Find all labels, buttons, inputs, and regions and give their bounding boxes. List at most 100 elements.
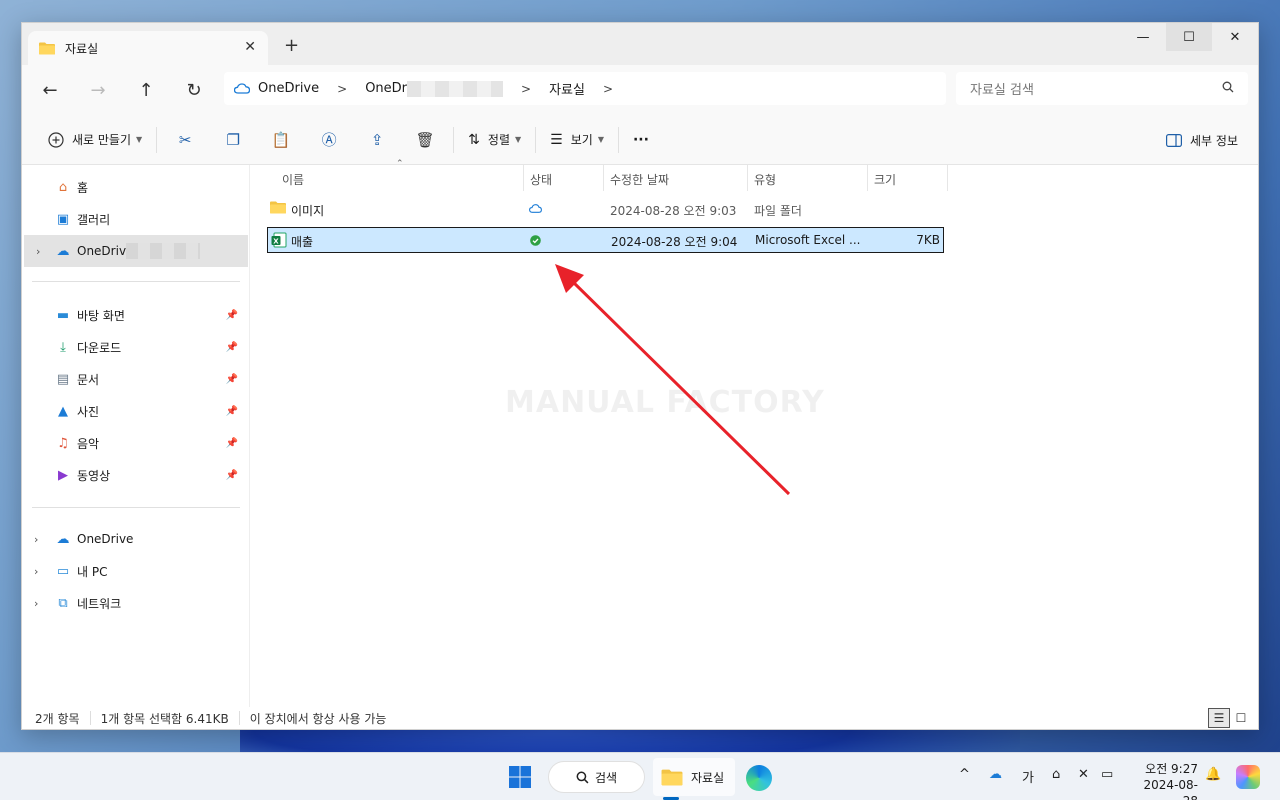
tray-volume-mute-icon[interactable]: ✕ [1078,767,1089,782]
file-row-sales-xlsx[interactable]: X 매출 2024-08-28 오전 9:04 Microsoft Excel … [267,227,944,253]
up-button[interactable]: ↑ [122,70,170,110]
system-clock[interactable]: 오전 9:27 2024-08-28 [1132,761,1198,800]
chevron-right-icon[interactable]: › [34,565,38,578]
ime-indicator[interactable]: 가 [1022,767,1034,786]
paste-button[interactable]: 📋 [267,124,295,156]
column-divider[interactable] [747,165,748,191]
sidebar-item-home[interactable]: ⌂ 홈 [22,171,248,203]
sidebar-item-this-pc[interactable]: › ▭ 내 PC [22,555,248,587]
taskbar-app-explorer[interactable]: 자료실 [653,758,735,796]
sidebar-item-onedrive-personal[interactable]: › ☁ OneDriv [24,235,248,267]
tray-battery-icon[interactable]: ▭ [1101,767,1113,782]
new-tab-button[interactable]: + [284,35,299,56]
refresh-button[interactable]: ↻ [170,70,218,110]
tab-jaryosil[interactable]: 자료실 ✕ [28,31,268,65]
column-header-name[interactable]: 이름 [282,167,304,191]
column-header-modified[interactable]: 수정한 날짜 [610,167,669,191]
file-name: 이미지 [291,204,325,218]
rename-button[interactable]: Ⓐ [315,124,343,156]
forward-button[interactable]: → [74,70,122,110]
minimize-button[interactable]: — [1120,23,1166,51]
pin-icon[interactable]: 📌 [226,374,238,385]
column-divider[interactable] [603,165,604,191]
folder-icon [39,42,55,54]
new-button[interactable]: 새로 만들기 ▼ [38,124,152,156]
copy-icon: ❐ [226,130,240,149]
pin-icon[interactable]: 📌 [226,406,238,417]
close-button[interactable]: ✕ [1212,23,1258,51]
back-button[interactable]: ← [26,70,74,110]
column-divider[interactable] [947,165,948,191]
sidebar-item-onedrive[interactable]: › ☁ OneDrive [22,523,248,555]
address-bar[interactable]: OneDrive > OneDr > 자료실 > [224,72,946,105]
chevron-right-icon[interactable]: › [34,533,38,546]
share-icon: ⇪ [370,130,384,149]
sidebar-item-videos[interactable]: ▶ 동영상 📌 [22,459,248,491]
column-header-status[interactable]: 상태 [530,167,552,191]
breadcrumb-jaryosil[interactable]: 자료실 [549,79,585,98]
tiles-view-button[interactable]: ☐ [1230,708,1252,728]
onedrive-cloud-icon: ☁ [56,531,70,547]
toolbar-divider [617,126,619,153]
sidebar-item-desktop[interactable]: ▬ 바탕 화면 📌 [22,299,248,331]
column-header-type[interactable]: 유형 [754,167,776,191]
taskbar-search[interactable]: 검색 [548,761,645,793]
chevron-right-icon[interactable]: › [36,245,40,258]
tray-overflow-chevron-icon[interactable]: ^ [959,767,970,782]
delete-button[interactable]: 🗑 [411,124,439,156]
breadcrumb-onedrive[interactable]: OneDrive [234,81,319,96]
file-row-images-folder[interactable]: 이미지 2024-08-28 오전 9:03 파일 폴더 [267,197,944,221]
view-label: 보기 [570,133,593,147]
sidebar-item-pictures[interactable]: ▲ 사진 📌 [22,395,248,427]
tab-close-icon[interactable]: ✕ [244,39,256,55]
pin-icon[interactable]: 📌 [226,470,238,481]
pin-icon[interactable]: 📌 [226,310,238,321]
chevron-right-icon[interactable]: › [34,597,38,610]
column-divider[interactable] [523,165,524,191]
toolbar-divider [453,126,455,153]
chevron-right-icon[interactable]: > [337,82,347,96]
tray-network-icon[interactable]: ⌂ [1052,767,1060,782]
sidebar-item-documents[interactable]: ▤ 문서 📌 [22,363,248,395]
sidebar-item-gallery[interactable]: ▣ 갤러리 [22,203,248,235]
cut-button[interactable]: ✂ [171,124,199,156]
navigation-pane: ⌂ 홈 ▣ 갤러리 › ☁ OneDriv ▬ 바탕 화면 📌 ⤓ 다운로드 📌… [22,165,250,707]
view-button[interactable]: ☰ 보기 ▼ [540,124,614,156]
search-box[interactable]: 자료실 검색 [956,72,1248,105]
sort-icon: ⇅ [468,131,480,148]
sidebar-item-label: 갤러리 [77,212,111,227]
excel-file-icon: X [271,232,287,248]
copilot-icon[interactable] [1236,765,1260,789]
column-header-size[interactable]: 크기 [874,167,896,191]
notification-bell-icon[interactable]: 🔔 [1205,767,1221,782]
column-divider[interactable] [867,165,868,191]
sidebar-item-label: 바탕 화면 [77,308,125,323]
svg-text:X: X [273,237,279,245]
details-label: 세부 정보 [1190,133,1238,148]
pin-icon[interactable]: 📌 [226,342,238,353]
more-options-button[interactable]: ··· [623,124,659,156]
pin-icon[interactable]: 📌 [226,438,238,449]
details-view-button[interactable]: ☰ [1208,708,1230,728]
maximize-button[interactable]: ☐ [1166,23,1212,51]
cloud-status-icon [529,204,542,213]
chevron-right-icon[interactable]: > [603,82,613,96]
sidebar-divider [32,281,240,282]
breadcrumb-onedrive-account[interactable]: OneDr [365,80,504,97]
sidebar-item-network[interactable]: › ⧉ 네트워크 [22,587,248,619]
tray-onedrive-icon[interactable]: ☁ [989,767,1002,782]
sidebar-item-music[interactable]: ♫ 음악 📌 [22,427,248,459]
edge-browser-icon[interactable] [746,765,772,791]
chevron-right-icon[interactable]: > [521,82,531,96]
sidebar-item-downloads[interactable]: ⤓ 다운로드 📌 [22,331,248,363]
share-button[interactable]: ⇪ [363,124,391,156]
sort-button[interactable]: ⇅ 정렬 ▼ [458,124,531,156]
item-count: 2개 항목 [35,711,80,726]
redacted-blur [126,243,201,259]
copy-button[interactable]: ❐ [219,124,247,156]
details-pane-button[interactable]: 세부 정보 [1166,124,1238,156]
sidebar-item-label: 다운로드 [77,340,122,355]
windows-start-icon[interactable] [508,765,532,789]
chevron-down-icon: ▼ [136,135,143,144]
search-icon [576,771,589,783]
